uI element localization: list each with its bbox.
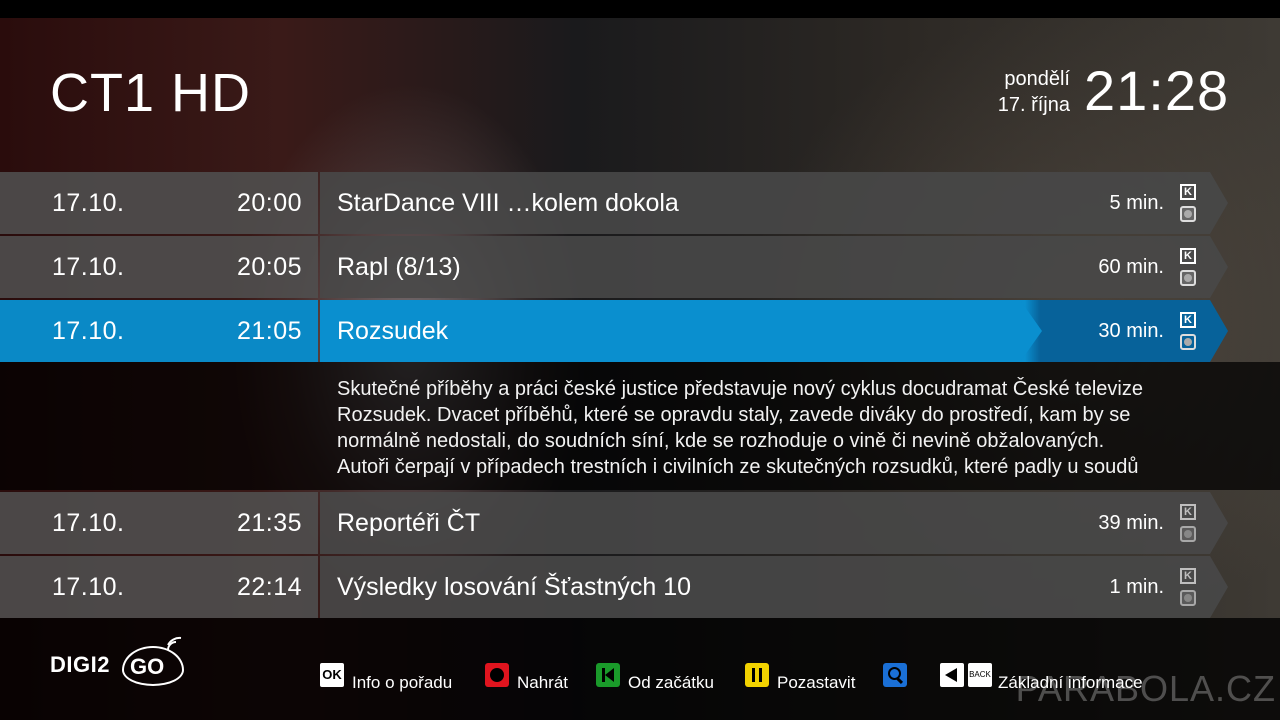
record-icon (1180, 206, 1196, 222)
digi2go-logo: DIGI2 GO (50, 636, 190, 690)
restart-available-icon: K (1180, 248, 1196, 264)
epg-row-selected[interactable]: 17.10. 21:05 Rozsudek 30 min. K (0, 300, 1280, 362)
record-icon (1180, 270, 1196, 286)
epg-title: StarDance VIII …kolem dokola (337, 189, 679, 217)
day-name: pondělí (1004, 68, 1070, 90)
epg-title: Reportéři ČT (337, 509, 481, 537)
back-key-icon: BACK (968, 663, 992, 687)
search-icon (883, 663, 907, 687)
restart-available-icon: K (1180, 312, 1196, 328)
epg-date: 17.10. (52, 509, 125, 537)
hint-info-label: Info o pořadu (352, 673, 453, 692)
hint-restart-label: Od začátku (628, 673, 714, 692)
epg-duration: 60 min. (1098, 256, 1164, 278)
epg-date: 17.10. (52, 253, 125, 281)
hint-pause-label: Pozastavit (777, 673, 856, 692)
green-key-icon (596, 663, 620, 687)
yellow-key-icon (745, 663, 769, 687)
date-block: pondělí 17. října (998, 66, 1070, 118)
watermark: PARABOLA.CZ (1015, 668, 1276, 709)
signal-icon (167, 636, 182, 651)
restart-available-icon: K (1180, 568, 1196, 584)
epg-row[interactable]: 17.10. 20:05 Rapl (8/13) 60 min. K (0, 236, 1280, 298)
epg-title: Výsledky losování Šťastných 10 (337, 573, 692, 601)
epg-time: 21:35 (236, 509, 302, 537)
epg-time: 21:05 (236, 317, 302, 345)
ok-key-icon: OK (320, 663, 344, 687)
description-line: Autoři čerpají v případech trestních i c… (337, 456, 1139, 478)
program-description: Skutečné příběhy a práci české justice p… (0, 362, 1280, 490)
red-key-icon (485, 663, 509, 687)
description-line: normálně nedostali, do soudních síní, kd… (337, 430, 1105, 452)
channel-name: CT1 HD (50, 63, 252, 123)
epg-date: 17.10. (52, 189, 125, 217)
record-icon (1180, 590, 1196, 606)
description-line: Rozsudek. Dvacet příběhů, které se oprav… (337, 404, 1131, 426)
epg-row[interactable]: 17.10. 22:14 Výsledky losování Šťastných… (0, 556, 1280, 618)
logo-go: GO (130, 654, 165, 679)
epg-time: 20:00 (236, 189, 302, 217)
epg-duration: 1 min. (1109, 576, 1164, 598)
epg-time: 20:05 (236, 253, 302, 281)
record-icon (1180, 526, 1196, 542)
epg-duration: 5 min. (1109, 192, 1164, 214)
clock: 21:28 (1084, 59, 1230, 122)
record-icon (1180, 334, 1196, 350)
epg-date: 17.10. (52, 317, 125, 345)
description-line: Skutečné příběhy a práci české justice p… (337, 378, 1143, 400)
epg-duration: 39 min. (1098, 512, 1164, 534)
restart-available-icon: K (1180, 184, 1196, 200)
epg-row[interactable]: 17.10. 20:00 StarDance VIII …kolem dokol… (0, 172, 1280, 234)
epg-time: 22:14 (236, 573, 302, 601)
left-arrow-key-icon (940, 663, 964, 687)
epg-row[interactable]: 17.10. 21:35 Reportéři ČT 39 min. K (0, 492, 1280, 554)
epg-date: 17.10. (52, 573, 125, 601)
hint-record-label: Nahrát (517, 673, 569, 692)
epg-duration: 30 min. (1098, 320, 1164, 342)
logo-digi: DIGI2 (50, 652, 110, 677)
date-text: 17. října (997, 94, 1070, 116)
epg-title: Rozsudek (337, 317, 449, 345)
restart-available-icon: K (1180, 504, 1196, 520)
epg-title: Rapl (8/13) (337, 253, 461, 281)
